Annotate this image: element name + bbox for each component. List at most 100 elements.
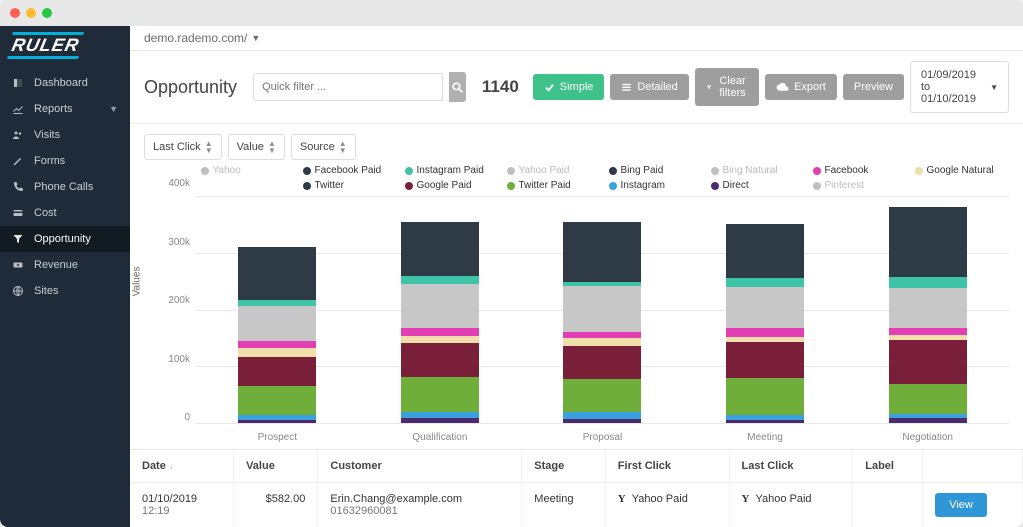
sidebar-item-forms[interactable]: Forms <box>0 148 130 174</box>
clear-filters-button[interactable]: Clear filters <box>695 68 759 106</box>
money-icon <box>12 259 24 271</box>
swatch-icon <box>405 167 413 175</box>
sidebar-item-phone-calls[interactable]: Phone Calls <box>0 174 130 200</box>
attribution-dropdown[interactable]: Last Click▲▼ <box>144 134 222 160</box>
preview-button[interactable]: Preview <box>843 74 904 100</box>
phone-icon <box>12 181 24 193</box>
legend-item[interactable]: Twitter <box>303 180 393 191</box>
detailed-button[interactable]: Detailed <box>610 74 688 100</box>
bar-prospect[interactable] <box>238 196 316 423</box>
sidebar-item-label: Cost <box>34 207 57 219</box>
segment <box>401 377 479 412</box>
page-title: Opportunity <box>144 77 237 98</box>
segment <box>726 342 804 378</box>
address-bar[interactable]: demo.rademo.com/ ▼ <box>130 26 1023 51</box>
segment <box>889 207 967 276</box>
segment <box>889 384 967 414</box>
col-header[interactable]: Customer <box>318 450 522 483</box>
legend-item[interactable]: Yahoo Paid <box>507 165 597 176</box>
table-row: 01/10/201912:19$582.00Erin.Chang@example… <box>130 483 1023 527</box>
y-axis-label: Values <box>131 266 142 296</box>
view-button[interactable]: View <box>935 493 987 517</box>
sidebar-item-cost[interactable]: Cost <box>0 200 130 226</box>
sidebar-item-label: Forms <box>34 155 65 167</box>
segment <box>401 276 479 284</box>
legend-item[interactable]: Google Natural <box>915 165 1005 176</box>
legend-item[interactable]: Bing Paid <box>609 165 699 176</box>
col-header[interactable]: Last Click <box>729 450 853 483</box>
cloud-icon <box>776 82 789 93</box>
sidebar-item-opportunity[interactable]: Opportunity <box>0 226 130 252</box>
segment <box>889 418 967 423</box>
segment <box>401 284 479 328</box>
legend-item[interactable]: Pinterest <box>813 180 903 191</box>
min-dot[interactable] <box>26 8 36 18</box>
legend-item[interactable]: Yahoo <box>201 165 291 176</box>
swatch-icon <box>813 167 821 175</box>
segment <box>563 286 641 331</box>
y-tick: 0 <box>168 412 190 423</box>
segment <box>726 224 804 277</box>
bar-qualification[interactable] <box>401 196 479 423</box>
segment <box>889 277 967 288</box>
x-label: Proposal <box>563 432 641 443</box>
sidebar: RULER DashboardReports▼VisitsFormsPhone … <box>0 26 130 527</box>
sidebar-item-revenue[interactable]: Revenue <box>0 252 130 278</box>
card-icon <box>12 207 24 219</box>
date-range-picker[interactable]: 01/09/2019 to 01/10/2019 ▼ <box>910 61 1009 113</box>
col-header[interactable]: Stage <box>522 450 606 483</box>
legend-item[interactable]: Bing Natural <box>711 165 801 176</box>
col-header[interactable] <box>923 450 1023 483</box>
sidebar-item-dashboard[interactable]: Dashboard <box>0 70 130 96</box>
legend-item[interactable]: Instagram <box>609 180 699 191</box>
swatch-icon <box>711 182 719 190</box>
swatch-icon <box>609 167 617 175</box>
col-header[interactable]: Value <box>234 450 318 483</box>
segment <box>401 418 479 423</box>
cell-action: View <box>923 483 1023 527</box>
segment <box>563 346 641 379</box>
cell-stage: Meeting <box>522 483 606 527</box>
segment <box>563 222 641 282</box>
legend-item[interactable]: Direct <box>711 180 801 191</box>
yahoo-icon: Y <box>618 493 626 505</box>
close-dot[interactable] <box>10 8 20 18</box>
bar-proposal[interactable] <box>563 196 641 423</box>
metric-dropdown[interactable]: Value▲▼ <box>228 134 285 160</box>
sidebar-item-label: Phone Calls <box>34 181 93 193</box>
segment <box>726 287 804 328</box>
bar-negotiation[interactable] <box>889 196 967 423</box>
legend-item[interactable]: Facebook <box>813 165 903 176</box>
window-titlebar <box>0 0 1023 26</box>
swatch-icon <box>303 182 311 190</box>
dimension-dropdown[interactable]: Source▲▼ <box>291 134 356 160</box>
search-button[interactable] <box>449 72 466 102</box>
legend-item[interactable]: Twitter Paid <box>507 180 597 191</box>
quick-filter-input[interactable] <box>253 73 443 101</box>
simple-button[interactable]: Simple <box>533 74 605 100</box>
segment <box>563 412 641 419</box>
legend-item[interactable]: Instagram Paid <box>405 165 495 176</box>
legend-item[interactable]: Facebook Paid <box>303 165 393 176</box>
sidebar-item-sites[interactable]: Sites <box>0 278 130 304</box>
globe-icon <box>12 285 24 297</box>
segment <box>563 419 641 423</box>
swatch-icon <box>303 167 311 175</box>
max-dot[interactable] <box>42 8 52 18</box>
export-button[interactable]: Export <box>765 74 837 100</box>
col-header[interactable]: First Click <box>605 450 729 483</box>
x-label: Meeting <box>726 432 804 443</box>
legend-item[interactable]: Google Paid <box>405 180 495 191</box>
people-icon <box>12 129 24 141</box>
caret-down-icon: ▼ <box>251 33 260 43</box>
list-icon <box>621 82 632 93</box>
toolbar: Opportunity 1140 Simple Detailed Clear f… <box>130 51 1023 124</box>
bar-meeting[interactable] <box>726 196 804 423</box>
col-header[interactable]: Label <box>853 450 923 483</box>
swatch-icon <box>813 182 821 190</box>
swatch-icon <box>201 167 209 175</box>
funnel-icon <box>12 233 24 245</box>
col-header[interactable]: Date ↓ <box>130 450 234 483</box>
sidebar-item-reports[interactable]: Reports▼ <box>0 96 130 122</box>
sidebar-item-visits[interactable]: Visits <box>0 122 130 148</box>
